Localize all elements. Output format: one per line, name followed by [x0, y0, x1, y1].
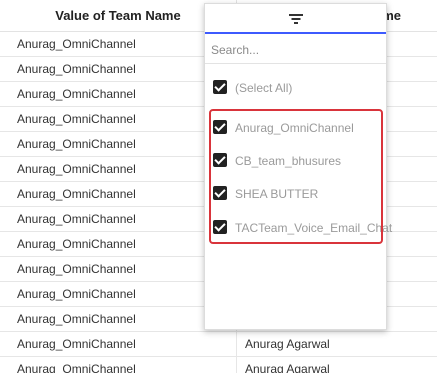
table-row[interactable]: Anurag_OmniChannel Anurag Agarwal	[0, 332, 437, 357]
team-name-cell: Anurag_OmniChannel	[0, 132, 237, 156]
filter-option-label: TACTeam_Voice_Email_Chat	[235, 220, 393, 235]
filter-option-label: Anurag_OmniChannel	[235, 120, 354, 135]
filter-option-label: SHEA BUTTER	[235, 186, 319, 201]
checkbox-checked-icon[interactable]	[213, 219, 227, 234]
column-filter-popup: (Select All) Anurag_OmniChannel CB_team_…	[204, 3, 392, 330]
filter-option-label: CB_team_bhusures	[235, 153, 342, 168]
team-name-cell: Anurag_OmniChannel	[0, 82, 237, 106]
table-row[interactable]: Anurag_OmniChannel Anurag Agarwal	[0, 357, 437, 373]
team-name-cell: Anurag_OmniChannel	[0, 32, 237, 56]
team-name-cell: Anurag_OmniChannel	[0, 157, 237, 181]
filter-lines-icon[interactable]	[289, 14, 303, 24]
team-name-cell: Anurag_OmniChannel	[0, 232, 237, 256]
filter-tab-bar	[205, 4, 386, 34]
filter-option-select-all[interactable]: (Select All)	[213, 77, 292, 97]
team-name-cell: Anurag_OmniChannel	[0, 357, 237, 373]
filter-option[interactable]: TACTeam_Voice_Email_Chat	[213, 217, 392, 237]
checkbox-checked-icon[interactable]	[213, 185, 227, 200]
team-name-cell: Anurag_OmniChannel	[0, 57, 237, 81]
filter-search	[205, 34, 386, 64]
team-name-cell: Anurag_OmniChannel	[0, 107, 237, 131]
agent-name-cell: Anurag Agarwal	[245, 337, 330, 351]
grid-screen: Value of Team Name me Anurag_OmniChannel…	[0, 0, 437, 373]
team-name-cell: Anurag_OmniChannel	[0, 307, 237, 331]
filter-option[interactable]: SHEA BUTTER	[213, 183, 318, 203]
filter-option[interactable]: Anurag_OmniChannel	[213, 117, 354, 137]
team-name-cell: Anurag_OmniChannel	[0, 332, 237, 356]
team-name-cell: Anurag_OmniChannel	[0, 207, 237, 231]
checkbox-checked-icon[interactable]	[213, 119, 227, 134]
filter-option[interactable]: CB_team_bhusures	[213, 150, 341, 170]
filter-search-input[interactable]	[211, 40, 379, 60]
checkbox-checked-icon[interactable]	[213, 152, 227, 167]
checkbox-checked-icon[interactable]	[213, 79, 227, 94]
agent-name-cell: Anurag Agarwal	[245, 362, 330, 373]
team-name-cell: Anurag_OmniChannel	[0, 182, 237, 206]
team-name-cell: Anurag_OmniChannel	[0, 257, 237, 281]
team-name-cell: Anurag_OmniChannel	[0, 282, 237, 306]
column-header-team-name[interactable]: Value of Team Name	[0, 0, 237, 31]
filter-option-label: (Select All)	[235, 80, 293, 95]
